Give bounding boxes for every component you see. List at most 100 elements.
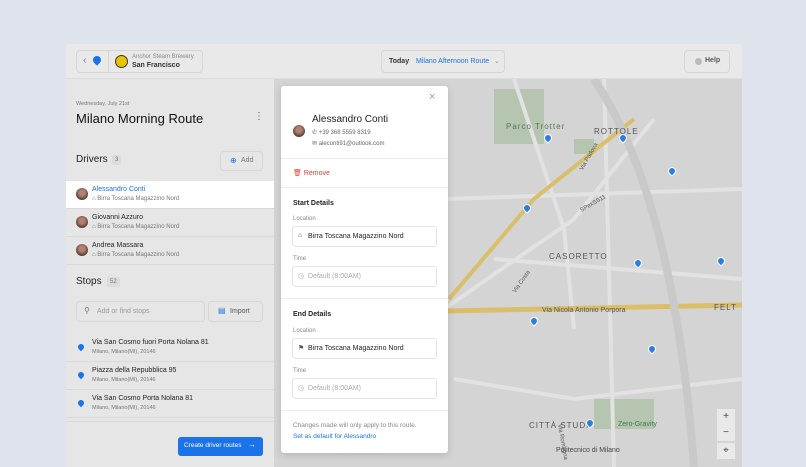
driver-row[interactable]: Alessandro Conti ⌂ Birra Toscana Magazzi…: [66, 181, 274, 209]
date-label: Today: [389, 58, 410, 65]
driver-name: Alessandro Conti: [312, 114, 389, 125]
map-label: FELT: [714, 303, 737, 312]
help-icon: [695, 58, 702, 65]
end-time-field[interactable]: ◷ Default (8:00AM): [292, 378, 437, 399]
brewery-logo: [115, 55, 128, 68]
stops-count-badge: 52: [107, 277, 120, 287]
time-value: Default (8:00AM): [308, 273, 361, 280]
map-label: ROTTOLE: [594, 127, 639, 136]
route-date: Wednesday, July 21st: [76, 101, 130, 107]
stop-address: Via San Cosmo fuori Porta Nolana 81: [92, 339, 209, 346]
mail-icon: ✉: [312, 141, 319, 147]
stop-search-input[interactable]: ⚲ Add or find stops: [76, 301, 205, 322]
driver-row[interactable]: Giovanni Azzuro ⌂ Birra Toscana Magazzin…: [66, 209, 274, 237]
remove-label: Remove: [303, 170, 330, 177]
stop-row[interactable]: Via San Cosmo fuori Porta Nolana 81 Mila…: [66, 334, 274, 362]
start-details-heading: Start Details: [293, 200, 334, 207]
stop-pin-icon: [76, 342, 86, 352]
close-icon[interactable]: ×: [429, 91, 435, 103]
driver-email: ✉ aleconti91@outlook.com: [312, 140, 385, 147]
trash-icon: 🗑: [293, 170, 304, 177]
stop-city: Milano, Milano(MI), 20146: [92, 377, 156, 383]
driver-avatar: [293, 125, 305, 137]
time-value: Default (8:00AM): [308, 385, 361, 392]
end-location-field[interactable]: ⚑ Birra Toscana Magazzino Nord: [292, 338, 437, 359]
add-label: Add: [241, 157, 254, 164]
map-label: Parco Trotter: [506, 122, 566, 131]
search-icon: ⚲: [84, 306, 90, 315]
start-location-field[interactable]: ⌂ Birra Toscana Magazzino Nord: [292, 226, 437, 247]
back-icon[interactable]: ‹: [83, 55, 86, 66]
stops-heading: Stops: [76, 276, 102, 287]
locate-me-icon[interactable]: ⌖: [717, 443, 735, 459]
location-value: Birra Toscana Magazzino Nord: [308, 233, 404, 240]
create-routes-label: Create driver routes: [184, 442, 242, 449]
set-default-link[interactable]: Set as default for Alessandro: [293, 433, 376, 440]
route-only-note: Changes made will only apply to this rou…: [293, 422, 417, 429]
search-placeholder: Add or find stops: [97, 308, 150, 315]
depot-text: Birra Toscana Magazzino Nord: [97, 196, 180, 202]
import-button[interactable]: ▤ Import: [208, 301, 263, 322]
driver-depot: ⌂ Birra Toscana Magazzino Nord: [92, 252, 179, 258]
depot-text: Birra Toscana Magazzino Nord: [97, 224, 180, 230]
clock-icon: ◷: [298, 273, 305, 280]
driver-name: Andrea Massara: [92, 242, 144, 249]
remove-button[interactable]: 🗑 Remove: [293, 169, 330, 177]
driver-depot: ⌂ Birra Toscana Magazzino Nord: [92, 196, 179, 202]
route-selector[interactable]: Today Milano Afternoon Route ⌄: [381, 50, 505, 73]
file-icon: ▤: [218, 306, 226, 315]
flag-icon: ⚑: [298, 345, 305, 352]
plus-circle-icon: ⊕: [230, 156, 237, 165]
location-pin-icon: [91, 54, 103, 66]
start-time-field[interactable]: ◷ Default (8:00AM): [292, 266, 437, 287]
driver-row[interactable]: Andrea Massara ⌂ Birra Toscana Magazzino…: [66, 237, 274, 265]
org-city: San Francisco: [132, 62, 180, 69]
zoom-in-button[interactable]: +: [717, 409, 735, 425]
help-button[interactable]: Help: [684, 50, 730, 73]
org-name: Anchor Steam Brewery: [132, 54, 194, 60]
driver-avatar: [76, 216, 88, 228]
driver-depot: ⌂ Birra Toscana Magazzino Nord: [92, 224, 179, 230]
zoom-out-button[interactable]: −: [717, 425, 735, 441]
create-driver-routes-button[interactable]: Create driver routes →: [178, 437, 263, 456]
chevron-down-icon: ⌄: [494, 58, 500, 65]
map-label: CASORETTO: [549, 252, 608, 261]
map-label: Zero-Gravity: [618, 421, 657, 428]
end-details-heading: End Details: [293, 311, 332, 318]
time-label: Time: [293, 256, 307, 262]
arrow-right-icon: →: [248, 440, 256, 449]
route-title: Milano Morning Route: [76, 111, 204, 126]
driver-phone: ✆ +39 368 5559 8319: [312, 129, 371, 136]
driver-name: Alessandro Conti: [92, 186, 146, 193]
route-sidebar: Wednesday, July 21st Milano Morning Rout…: [66, 79, 274, 467]
depot-text: Birra Toscana Magazzino Nord: [97, 252, 180, 258]
drivers-heading: Drivers: [76, 154, 108, 165]
driver-name: Giovanni Azzuro: [92, 214, 143, 221]
phone-icon: ✆: [312, 130, 319, 136]
more-options-icon[interactable]: ⋮: [254, 111, 264, 122]
top-bar: ‹ Anchor Steam Brewery San Francisco Tod…: [66, 44, 742, 79]
driver-detail-panel: × Alessandro Conti ✆ +39 368 5559 8319 ✉…: [281, 86, 448, 453]
route-select-value[interactable]: Milano Afternoon Route: [416, 58, 489, 65]
phone-text: +39 368 5559 8319: [318, 130, 371, 136]
stop-city: Milano, Milano(MI), 20146: [92, 349, 156, 355]
stop-address: Piazza della Repubblica 95: [92, 367, 177, 374]
driver-avatar: [76, 244, 88, 256]
time-label: Time: [293, 368, 307, 374]
stop-pin-icon: [76, 398, 86, 408]
stop-row[interactable]: Piazza della Repubblica 95 Milano, Milan…: [66, 362, 274, 390]
help-label: Help: [705, 57, 721, 64]
home-icon: ⌂: [298, 232, 303, 239]
drivers-count-badge: 3: [112, 155, 122, 165]
location-value: Birra Toscana Magazzino Nord: [308, 345, 404, 352]
map-label: Via Nicola Antonio Porpora: [542, 307, 626, 314]
stop-address: Via San Cosmo Porta Nolana 81: [92, 395, 194, 402]
driver-avatar: [76, 188, 88, 200]
org-switcher[interactable]: ‹ Anchor Steam Brewery San Francisco: [76, 50, 203, 73]
location-label: Location: [293, 328, 316, 334]
clock-icon: ◷: [298, 385, 305, 392]
stop-city: Milano, Milano(MI), 20146: [92, 405, 156, 411]
stop-row[interactable]: Via San Cosmo Porta Nolana 81 Milano, Mi…: [66, 390, 274, 418]
location-label: Location: [293, 216, 316, 222]
add-driver-button[interactable]: ⊕ Add: [220, 151, 263, 171]
